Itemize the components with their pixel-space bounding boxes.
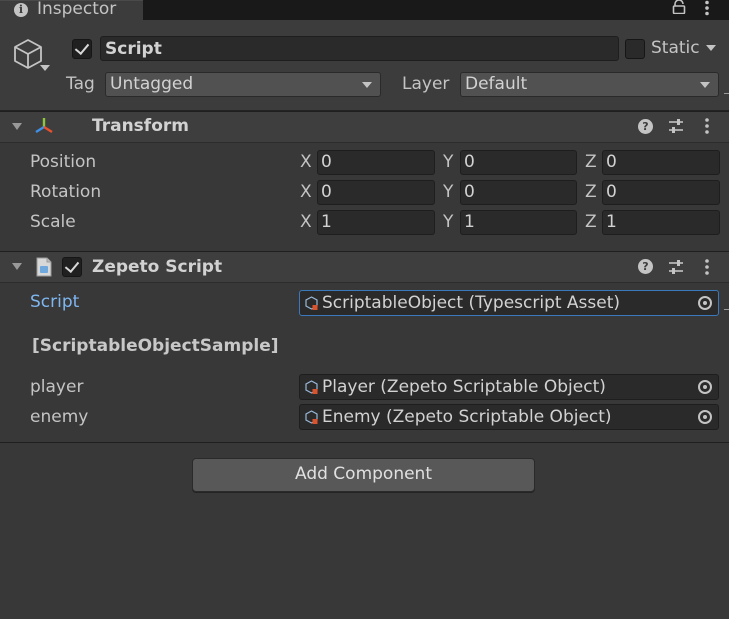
axis-z-label[interactable]: Z [585, 182, 597, 202]
player-field-label: player [30, 377, 84, 397]
component-divider [0, 442, 729, 443]
axis-x-label[interactable]: X [300, 212, 312, 232]
scale-z-field[interactable]: 1 [602, 210, 720, 235]
script-file-icon [36, 257, 52, 277]
info-icon: i [14, 3, 28, 17]
lock-icon[interactable] [672, 0, 686, 14]
zepeto-script-title: Zepeto Script [92, 257, 223, 277]
transform-foldout-icon[interactable] [12, 123, 22, 130]
axis-x-label[interactable]: X [300, 152, 312, 172]
tab-title: Inspector [37, 0, 117, 19]
enemy-object-value: Enemy (Zepeto Scriptable Object) [322, 407, 612, 427]
object-picker-icon[interactable] [698, 410, 712, 424]
axis-y-label[interactable]: Y [443, 182, 453, 202]
layer-value: Default [465, 74, 528, 94]
layer-dropdown[interactable]: Default [460, 72, 719, 97]
transform-icon [35, 118, 53, 134]
player-object-field[interactable]: Player (Zepeto Scriptable Object) [299, 374, 719, 400]
edge-mark [724, 309, 729, 310]
scriptable-object-icon [305, 410, 318, 424]
rotation-label: Rotation [30, 182, 102, 202]
tab-inspector[interactable]: i Inspector [0, 0, 143, 20]
position-x-field[interactable]: 0 [317, 150, 435, 175]
rotation-x-field[interactable]: 0 [317, 180, 435, 205]
axis-x-label[interactable]: X [300, 182, 312, 202]
axis-y-label[interactable]: Y [443, 212, 453, 232]
tag-label: Tag [66, 74, 95, 94]
tag-dropdown[interactable]: Untagged [105, 72, 381, 97]
rotation-z-field[interactable]: 0 [602, 180, 720, 205]
component-menu-icon[interactable] [705, 118, 709, 134]
chevron-down-icon [700, 82, 710, 88]
object-picker-icon[interactable] [698, 296, 712, 310]
player-object-value: Player (Zepeto Scriptable Object) [322, 377, 606, 397]
presets-icon[interactable] [668, 259, 684, 275]
gameobject-header [0, 20, 729, 111]
rotation-y-field[interactable]: 0 [460, 180, 577, 205]
scriptable-object-icon [305, 380, 318, 394]
tag-value: Untagged [110, 74, 194, 94]
layer-label: Layer [402, 74, 450, 94]
axis-z-label[interactable]: Z [585, 212, 597, 232]
script-field-label: Script [30, 292, 80, 312]
object-picker-icon[interactable] [698, 380, 712, 394]
static-checkbox[interactable] [625, 39, 645, 59]
zepeto-script-foldout-icon[interactable] [12, 263, 22, 270]
scale-label: Scale [30, 212, 76, 232]
enemy-field-label: enemy [30, 407, 89, 427]
axis-y-label[interactable]: Y [443, 152, 453, 172]
position-y-field[interactable]: 0 [460, 150, 577, 175]
script-object-value: ScriptableObject (Typescript Asset) [322, 293, 621, 313]
tab-menu-icon[interactable] [700, 0, 714, 16]
static-dropdown-caret-icon[interactable] [706, 45, 716, 51]
zepeto-script-enabled-checkbox[interactable] [62, 257, 82, 277]
script-object-field[interactable]: ScriptableObject (Typescript Asset) [299, 290, 719, 316]
axis-z-label[interactable]: Z [585, 152, 597, 172]
position-z-field[interactable]: 0 [602, 150, 720, 175]
chevron-down-icon [362, 82, 372, 88]
section-header: [ScriptableObjectSample] [32, 336, 279, 356]
scale-x-field[interactable]: 1 [317, 210, 435, 235]
gameobject-active-checkbox[interactable] [72, 39, 92, 59]
presets-icon[interactable] [668, 118, 684, 134]
scale-y-field[interactable]: 1 [460, 210, 577, 235]
edge-mark [724, 93, 729, 94]
gameobject-name-field[interactable]: Script [100, 36, 619, 61]
position-label: Position [30, 152, 97, 172]
typescript-asset-icon [305, 296, 318, 310]
static-label: Static [651, 38, 700, 58]
enemy-object-field[interactable]: Enemy (Zepeto Scriptable Object) [299, 404, 719, 430]
component-menu-icon[interactable] [705, 259, 709, 275]
icon-picker-caret-icon[interactable] [40, 65, 50, 71]
help-icon[interactable]: ? [638, 259, 653, 274]
help-icon[interactable]: ? [638, 119, 653, 134]
transform-title: Transform [92, 116, 189, 136]
add-component-button[interactable]: Add Component [192, 458, 535, 492]
